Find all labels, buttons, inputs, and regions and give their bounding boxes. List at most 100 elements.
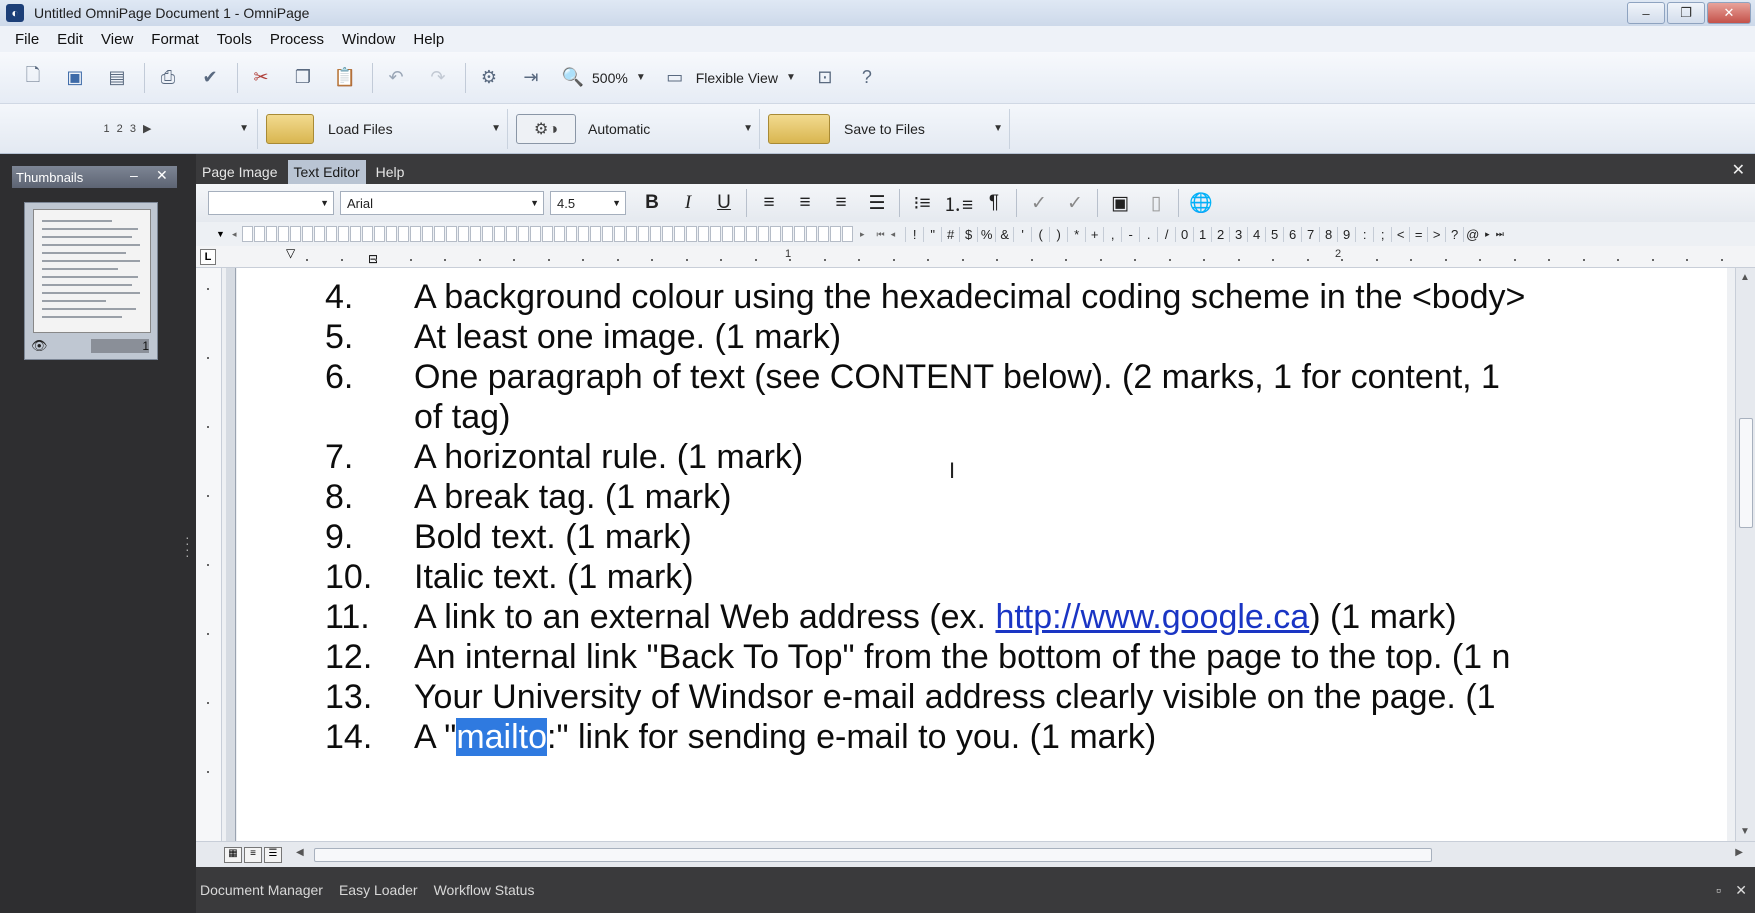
character-cell[interactable] — [506, 226, 517, 242]
restore-panel-icon[interactable]: ▫ — [1716, 882, 1721, 898]
character-glyph[interactable]: 2 — [1211, 226, 1229, 242]
character-glyph[interactable]: 7 — [1301, 226, 1319, 242]
view-outline-icon[interactable]: ☰ — [264, 847, 282, 863]
character-cell[interactable] — [530, 226, 541, 242]
character-cell[interactable] — [338, 226, 349, 242]
restore-button[interactable]: ❐ — [1667, 2, 1705, 24]
horizontal-ruler[interactable]: L ▽ ⊟ 1 2 — [196, 246, 1755, 268]
character-cell[interactable] — [734, 226, 745, 242]
list-text[interactable]: Your University of Windsor e-mail addres… — [414, 678, 1496, 717]
character-glyph[interactable]: ) — [1049, 226, 1067, 242]
character-glyph[interactable]: , — [1103, 226, 1121, 242]
character-cell[interactable] — [818, 226, 829, 242]
list-text[interactable]: Bold text. (1 mark) — [414, 518, 692, 557]
character-cell[interactable] — [830, 226, 841, 242]
scroll-right-icon[interactable]: ▶ — [1735, 847, 1743, 858]
list-text[interactable]: A horizontal rule. (1 mark) — [414, 438, 803, 477]
character-glyph[interactable]: = — [1409, 226, 1427, 242]
character-cell[interactable] — [794, 226, 805, 242]
character-glyph[interactable]: 5 — [1265, 226, 1283, 242]
spell-check-icon[interactable]: ✔ — [195, 63, 225, 93]
list-text[interactable]: Italic text. (1 mark) — [414, 558, 694, 597]
tab-workflow-status[interactable]: Workflow Status — [434, 882, 535, 898]
close-button[interactable]: ✕ — [1707, 2, 1751, 24]
list-text[interactable]: An internal link "Back To Top" from the … — [414, 638, 1510, 677]
list-text[interactable]: A "mailto:" link for sending e-mail to y… — [414, 718, 1156, 757]
menu-edit[interactable]: Edit — [48, 31, 92, 48]
character-cell[interactable] — [710, 226, 721, 242]
align-right-icon[interactable]: ≡ — [827, 189, 855, 217]
italic-button[interactable]: I — [674, 189, 702, 217]
char-next-icon[interactable]: ▸ — [1485, 229, 1490, 240]
character-cell[interactable] — [242, 226, 253, 242]
character-glyph[interactable]: " — [923, 226, 941, 242]
omnipage-app-icon[interactable]: ◐ — [6, 4, 24, 22]
view-mode-select[interactable]: Flexible View — [696, 70, 778, 86]
character-glyph[interactable]: 4 — [1247, 226, 1265, 242]
character-cell[interactable] — [698, 226, 709, 242]
character-cell[interactable] — [446, 226, 457, 242]
character-cell[interactable] — [434, 226, 445, 242]
character-cell[interactable] — [626, 226, 637, 242]
menu-window[interactable]: Window — [333, 31, 404, 48]
character-cell[interactable] — [590, 226, 601, 242]
character-cells[interactable] — [242, 226, 854, 242]
character-cell[interactable] — [602, 226, 613, 242]
character-cell[interactable] — [614, 226, 625, 242]
pilcrow-button[interactable]: ¶ — [980, 189, 1008, 217]
save-document-icon[interactable]: ▤ — [102, 63, 132, 93]
character-cell[interactable] — [662, 226, 673, 242]
close-editor-icon[interactable]: ✕ — [1732, 160, 1745, 180]
character-glyph[interactable]: & — [995, 226, 1013, 242]
tab-help[interactable]: Help — [370, 160, 411, 184]
scroll-up-icon[interactable]: ▲ — [1740, 272, 1750, 283]
character-cell[interactable] — [770, 226, 781, 242]
character-cell[interactable] — [782, 226, 793, 242]
character-cell[interactable] — [326, 226, 337, 242]
horizontal-scroll-thumb[interactable] — [314, 848, 1432, 862]
print-icon[interactable]: ⎙ — [153, 63, 183, 93]
char-scroll-left-icon[interactable]: ◂ — [232, 229, 237, 240]
open-document-icon[interactable]: ▣ — [60, 63, 90, 93]
character-glyph[interactable]: 0 — [1175, 226, 1193, 242]
character-glyph[interactable]: ; — [1373, 226, 1391, 242]
menu-format[interactable]: Format — [142, 31, 208, 48]
character-cell[interactable] — [374, 226, 385, 242]
tab-document-manager[interactable]: Document Manager — [200, 882, 323, 898]
character-glyph[interactable]: . — [1139, 226, 1157, 242]
workflow-steps[interactable]: 1 2 3 ▶ ▼ — [0, 108, 258, 149]
character-cell[interactable] — [422, 226, 433, 242]
google-link[interactable]: http://www.google.ca — [995, 598, 1309, 636]
character-glyph[interactable]: < — [1391, 226, 1409, 242]
ocr-step[interactable]: ⚙◑ Automatic ▼ — [508, 108, 760, 149]
character-glyph[interactable]: ( — [1031, 226, 1049, 242]
view-mode-icon[interactable]: ▭ — [660, 63, 690, 93]
indent-marker-icon[interactable]: ▽ — [286, 246, 295, 260]
character-glyph[interactable]: ' — [1013, 226, 1031, 242]
character-cell[interactable] — [686, 226, 697, 242]
char-prev-icon[interactable]: ◂ — [891, 229, 896, 240]
copy-icon[interactable]: ❐ — [288, 63, 318, 93]
save-files-step[interactable]: Save to Files ▼ — [760, 108, 1010, 149]
character-cell[interactable] — [386, 226, 397, 242]
minimize-panel-icon[interactable]: – — [130, 167, 138, 183]
view-page-icon[interactable]: ▦ — [224, 847, 242, 863]
menu-process[interactable]: Process — [261, 31, 333, 48]
numbered-list-icon[interactable]: ⒈≡ — [943, 189, 973, 217]
character-cell[interactable] — [638, 226, 649, 242]
load-files-dropdown-icon[interactable]: ▼ — [491, 123, 501, 134]
page-blank-icon[interactable]: ▯ — [1142, 189, 1170, 217]
list-text[interactable]: A link to an external Web address (ex. h… — [414, 598, 1457, 637]
scroll-down-icon[interactable]: ▼ — [1740, 826, 1750, 837]
align-left-icon[interactable]: ≡ — [755, 189, 783, 217]
image-viewer-icon[interactable]: ⊡ — [810, 63, 840, 93]
list-text[interactable]: A background colour using the hexadecima… — [414, 278, 1525, 317]
list-text[interactable]: At least one image. (1 mark) — [414, 318, 841, 357]
export-icon[interactable]: ⇥ — [516, 63, 546, 93]
character-glyph[interactable]: > — [1427, 226, 1445, 242]
font-select[interactable]: Arial ▼ — [340, 191, 544, 215]
character-cell[interactable] — [278, 226, 289, 242]
verify-icon[interactable]: ✓ — [1061, 189, 1089, 217]
character-cell[interactable] — [302, 226, 313, 242]
character-cell[interactable] — [806, 226, 817, 242]
